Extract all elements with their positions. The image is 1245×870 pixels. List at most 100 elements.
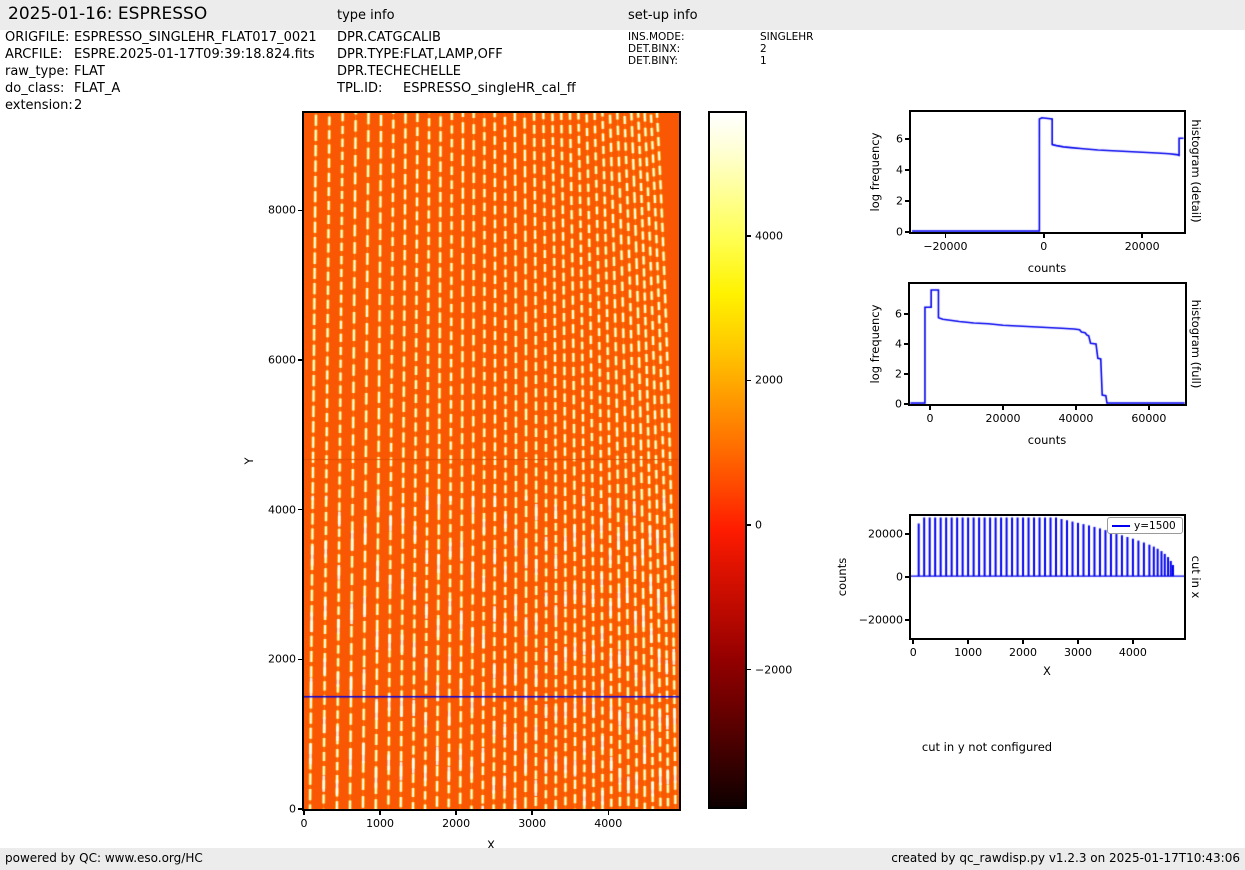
- cut-in-x-legend: y=1500: [1107, 517, 1183, 534]
- meta-label: ARCFILE:: [5, 47, 63, 62]
- tick-label: 8000: [268, 203, 296, 217]
- tick-label: 0: [909, 646, 917, 659]
- tick-mark: [455, 811, 457, 815]
- header-bar: 2025-01-16: ESPRESSO type info set-up in…: [0, 0, 1245, 30]
- histogram-detail-plot: [911, 112, 1184, 232]
- tick-label: 60000: [1131, 412, 1167, 425]
- colorbar: [708, 111, 747, 809]
- meta-label: raw_type:: [5, 64, 69, 79]
- tick-label: −2000: [755, 663, 793, 677]
- qc-report-page: 2025-01-16: ESPRESSO type info set-up in…: [0, 0, 1245, 870]
- meta-value: FLAT,LAMP,OFF: [403, 47, 503, 62]
- colorbar-gradient: [710, 113, 745, 807]
- tick-label: 2000: [1009, 646, 1038, 659]
- setup-info-list: INS.MODE: SINGLEHR DET.BINX: 2 DET.BINY: 1: [628, 31, 813, 67]
- tick-label: 4000: [268, 503, 296, 517]
- meta-value: ESPRESSO_singleHR_cal_ff: [403, 81, 576, 96]
- tick-label: −20000: [858, 613, 903, 627]
- cut-in-x-xaxis-label: X: [1043, 664, 1051, 678]
- tick-mark: [747, 235, 751, 237]
- tick-mark: [1148, 406, 1150, 410]
- histogram-full-plot: [910, 284, 1185, 404]
- histogram-detail-right-label: histogram (detail): [1189, 119, 1203, 223]
- tick-mark: [929, 406, 931, 410]
- tick-label: 6000: [268, 353, 296, 367]
- meta-label: DPR.CATG:: [337, 30, 407, 45]
- histogram-full-yaxis-label: log frequency: [868, 304, 882, 384]
- tick-label: 2: [895, 367, 902, 381]
- tick-mark: [967, 640, 969, 644]
- tick-mark: [1141, 234, 1143, 238]
- meta-row: INS.MODE: SINGLEHR: [628, 31, 813, 43]
- tick-label: 3000: [518, 817, 547, 830]
- tick-mark: [531, 811, 533, 815]
- tick-mark: [747, 668, 751, 671]
- tick-mark: [1132, 640, 1134, 644]
- tick-mark: [303, 811, 305, 815]
- tick-label: 0: [896, 570, 903, 584]
- tick-mark: [747, 379, 751, 382]
- meta-row: DPR.TYPE: FLAT,LAMP,OFF: [337, 46, 576, 63]
- tick-label: 0: [895, 397, 902, 411]
- tick-label: 2: [896, 194, 903, 208]
- meta-row: DPR.TECH: ECHELLE: [337, 63, 576, 80]
- cut-in-x-right-label: cut in x: [1189, 555, 1203, 599]
- meta-label: TPL.ID:: [337, 81, 383, 96]
- tick-label: 2000: [268, 652, 296, 666]
- meta-label: DPR.TYPE:: [337, 47, 404, 62]
- meta-label: DPR.TECH:: [337, 64, 407, 79]
- tick-label: 20000: [868, 527, 903, 541]
- legend-label: y=1500: [1134, 519, 1176, 532]
- meta-row: DET.BINY: 1: [628, 55, 813, 67]
- meta-value: 1: [760, 55, 767, 67]
- cut-in-x-plot: [911, 516, 1184, 638]
- meta-row: do_class: FLAT_A: [5, 80, 317, 97]
- tick-label: −20000: [923, 240, 968, 253]
- tick-label: 4: [896, 163, 903, 177]
- tick-label: 4: [895, 337, 902, 351]
- page-title: 2025-01-16: ESPRESSO: [8, 4, 208, 24]
- meta-label: INS.MODE:: [628, 31, 685, 43]
- type-info-heading: type info: [337, 8, 395, 23]
- raw-frame-axes: [302, 111, 681, 811]
- meta-value: SINGLEHR: [760, 31, 814, 43]
- meta-value: FLAT: [74, 64, 105, 79]
- meta-label: DET.BINY:: [628, 55, 678, 67]
- cut-in-y-note: cut in y not configured: [921, 740, 1053, 754]
- type-info-list: DPR.CATG: CALIB DPR.TYPE: FLAT,LAMP,OFF DPR.…: [337, 29, 576, 97]
- meta-row: DPR.CATG: CALIB: [337, 29, 576, 46]
- meta-row: DET.BINX: 2: [628, 43, 813, 55]
- legend-line-swatch: [1112, 524, 1130, 527]
- tick-label: 3000: [1063, 646, 1092, 659]
- tick-mark: [1022, 640, 1024, 644]
- file-info-list: ORIGFILE: ESPRESSO_SINGLEHR_FLAT017_0021 A…: [5, 29, 317, 114]
- meta-value: 2: [760, 43, 767, 55]
- footer-credit-qc: powered by QC: www.eso.org/HC: [5, 851, 203, 865]
- cut-in-x-yaxis-label: counts: [835, 557, 849, 597]
- meta-value: ESPRE.2025-01-17T09:39:18.824.fits: [74, 47, 315, 62]
- tick-mark: [379, 811, 381, 815]
- histogram-detail-axes: [909, 110, 1186, 234]
- raw-frame-yaxis-label: Y: [242, 457, 256, 465]
- tick-label: 1000: [366, 817, 395, 830]
- meta-value: ESPRESSO_SINGLEHR_FLAT017_0021: [74, 30, 317, 45]
- tick-label: 0: [1040, 240, 1048, 253]
- histogram-detail-xaxis-label: counts: [1027, 261, 1067, 275]
- tick-label: 2000: [442, 817, 471, 830]
- tick-mark: [912, 640, 914, 644]
- tick-label: 0: [300, 817, 308, 830]
- meta-label: ORIGFILE:: [5, 30, 70, 45]
- histogram-full-axes: [908, 282, 1187, 406]
- raw-frame-image: [304, 113, 679, 809]
- tick-label: 20000: [1124, 240, 1160, 253]
- tick-label: 4000: [1118, 646, 1147, 659]
- footer-credit-script: created by qc_rawdisp.py v1.2.3 on 2025-…: [891, 851, 1240, 865]
- meta-label: extension:: [5, 98, 73, 113]
- tick-label: 4000: [755, 229, 783, 243]
- tick-label: 0: [289, 802, 296, 816]
- tick-mark: [1002, 406, 1004, 410]
- meta-row: raw_type: FLAT: [5, 63, 317, 80]
- tick-mark: [747, 524, 751, 526]
- tick-mark: [944, 234, 947, 238]
- tick-label: 1000: [954, 646, 983, 659]
